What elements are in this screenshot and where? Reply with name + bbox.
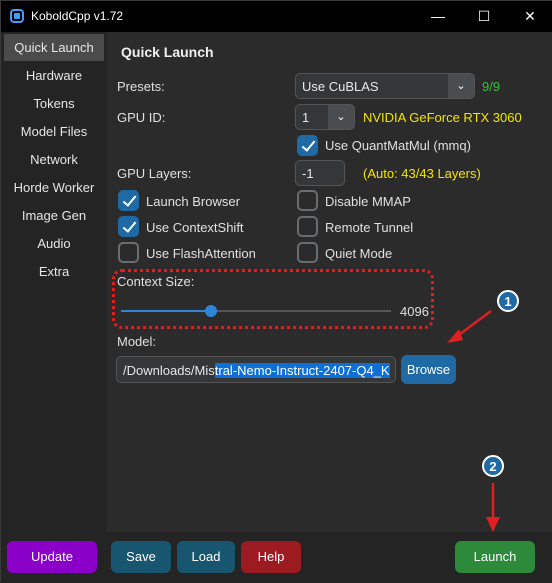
arrow-head-2 bbox=[486, 517, 500, 532]
annotation-badge-1: 1 bbox=[497, 290, 519, 312]
help-button[interactable]: Help bbox=[241, 541, 301, 573]
annotation-badge-2: 2 bbox=[482, 455, 504, 477]
launch-button[interactable]: Launch bbox=[455, 541, 535, 573]
update-button[interactable]: Update bbox=[7, 541, 97, 573]
arrow-head-1 bbox=[447, 329, 463, 343]
load-button[interactable]: Load bbox=[177, 541, 235, 573]
app-window: KoboldCpp v1.72 — ☐ ✕ Quick Launch Hardw… bbox=[0, 0, 552, 583]
annotation-arrows bbox=[447, 309, 500, 532]
save-button[interactable]: Save bbox=[111, 541, 171, 573]
arrow-line-1 bbox=[455, 309, 492, 339]
